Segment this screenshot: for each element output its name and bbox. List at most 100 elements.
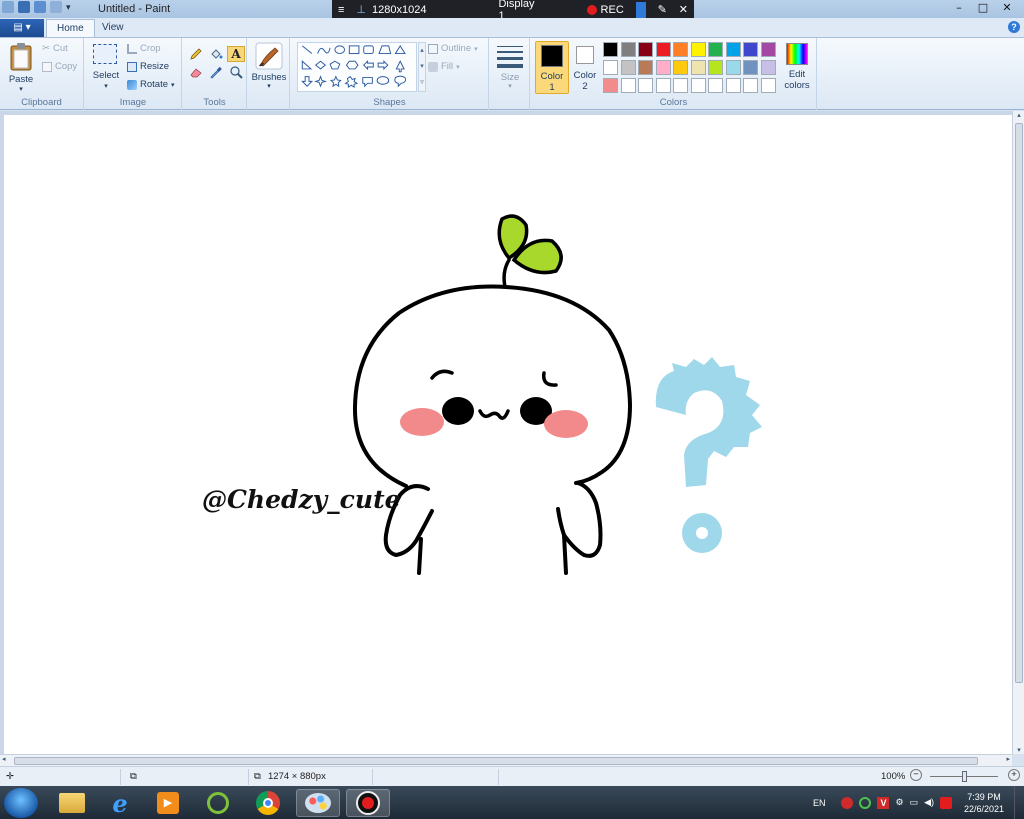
tray-icon-v[interactable]: V bbox=[877, 796, 890, 809]
recorder-close-icon[interactable]: ✕ bbox=[673, 0, 694, 19]
palette-swatch[interactable] bbox=[760, 60, 776, 75]
pencil-icon[interactable]: ✎ bbox=[652, 0, 673, 19]
pin-icon[interactable]: ⊥ bbox=[350, 0, 372, 19]
crop-button[interactable]: Crop bbox=[127, 43, 161, 54]
palette-swatch[interactable] bbox=[743, 78, 758, 93]
record-button[interactable]: REC bbox=[581, 0, 630, 19]
vertical-scroll-thumb[interactable] bbox=[1015, 123, 1023, 683]
palette-swatch[interactable] bbox=[690, 60, 706, 75]
palette-swatch[interactable] bbox=[620, 78, 636, 93]
palette-swatch[interactable] bbox=[655, 60, 671, 75]
palette-swatch[interactable] bbox=[725, 78, 741, 93]
palette-swatch[interactable] bbox=[690, 78, 706, 93]
maximize-button[interactable]: □ bbox=[972, 0, 994, 16]
palette-swatch[interactable] bbox=[620, 60, 636, 75]
scroll-down-icon[interactable]: ▾ bbox=[1013, 746, 1024, 754]
clock[interactable]: 7:39 PM 22/6/2021 bbox=[958, 791, 1010, 815]
color-picker-tool-icon[interactable] bbox=[207, 64, 225, 80]
palette-swatch[interactable] bbox=[673, 78, 688, 93]
customize-qat-icon[interactable]: ▾ bbox=[66, 1, 78, 13]
taskbar-recorder[interactable] bbox=[346, 789, 390, 817]
display-selector[interactable]: Display 1 bbox=[492, 0, 540, 22]
minimize-button[interactable]: – bbox=[948, 0, 970, 16]
tray-icon-record[interactable] bbox=[940, 796, 952, 809]
fill-tool-icon[interactable] bbox=[207, 46, 225, 62]
fill-button[interactable]: Fill ▾ bbox=[428, 61, 460, 72]
palette-swatch[interactable] bbox=[603, 60, 618, 75]
network-icon[interactable]: ▭ bbox=[910, 797, 919, 808]
eraser-tool-icon[interactable] bbox=[187, 64, 205, 80]
color2-button[interactable]: Color 2 bbox=[571, 41, 599, 94]
palette-swatch[interactable] bbox=[690, 42, 706, 57]
taskbar-app-green[interactable] bbox=[196, 789, 240, 817]
select-dropdown-icon[interactable]: ▾ bbox=[89, 82, 123, 90]
tray-icon-green[interactable] bbox=[859, 796, 872, 809]
close-button[interactable]: ✕ bbox=[996, 0, 1018, 16]
palette-swatch[interactable] bbox=[673, 60, 688, 75]
palette-swatch[interactable] bbox=[708, 78, 723, 93]
taskbar-explorer[interactable] bbox=[50, 789, 94, 817]
resize-button[interactable]: Resize bbox=[127, 61, 169, 72]
vertical-scrollbar[interactable]: ▴ ▾ bbox=[1012, 111, 1024, 754]
volume-icon[interactable]: ◀) bbox=[924, 797, 934, 808]
paint-app-icon[interactable] bbox=[2, 1, 14, 13]
palette-swatch[interactable] bbox=[725, 60, 741, 75]
zoom-in-button[interactable]: + bbox=[1008, 769, 1020, 781]
undo-icon[interactable] bbox=[34, 1, 46, 13]
palette-swatch[interactable] bbox=[760, 42, 776, 57]
tray-icon-red[interactable] bbox=[841, 796, 854, 809]
rotate-button[interactable]: Rotate ▾ bbox=[127, 79, 175, 90]
horizontal-scrollbar[interactable]: ◂ ▸ bbox=[0, 754, 1012, 766]
tab-home[interactable]: Home bbox=[46, 19, 95, 37]
palette-swatch[interactable] bbox=[673, 42, 688, 57]
horizontal-scroll-thumb[interactable] bbox=[14, 757, 978, 765]
palette-swatch[interactable] bbox=[708, 42, 723, 57]
tray-icon-tools[interactable]: ⚙ bbox=[895, 797, 903, 808]
help-icon[interactable]: ? bbox=[1008, 21, 1020, 33]
taskbar-internet-explorer[interactable]: e bbox=[98, 789, 142, 818]
palette-swatch[interactable] bbox=[620, 42, 636, 57]
palette-swatch[interactable] bbox=[603, 42, 618, 57]
palette-swatch[interactable] bbox=[655, 78, 671, 93]
zoom-slider[interactable] bbox=[930, 771, 998, 782]
palette-swatch[interactable] bbox=[638, 42, 653, 57]
paste-button[interactable]: Paste ▾ bbox=[4, 42, 38, 93]
palette-swatch[interactable] bbox=[725, 42, 741, 57]
palette-swatch[interactable] bbox=[743, 42, 758, 57]
magnifier-tool-icon[interactable] bbox=[227, 64, 245, 80]
shapes-scroll[interactable]: ▴ ▾ ▿ bbox=[418, 42, 426, 92]
brushes-group[interactable]: Brushes ▾ bbox=[248, 38, 290, 110]
show-desktop-button[interactable] bbox=[1014, 786, 1024, 819]
file-menu-button[interactable]: ▤ ▾ bbox=[0, 19, 44, 37]
taskbar-chrome[interactable] bbox=[246, 789, 290, 817]
brushes-dropdown-icon[interactable]: ▾ bbox=[248, 82, 290, 90]
pencil-tool-icon[interactable] bbox=[187, 46, 205, 62]
scroll-up-icon[interactable]: ▴ bbox=[1013, 111, 1024, 119]
scroll-right-icon[interactable]: ▸ bbox=[1006, 755, 1010, 763]
color1-button[interactable]: Color 1 bbox=[535, 41, 569, 94]
zoom-slider-thumb[interactable] bbox=[962, 771, 967, 782]
start-button[interactable] bbox=[4, 788, 38, 818]
palette-swatch[interactable] bbox=[603, 78, 618, 93]
shapes-gallery[interactable] bbox=[297, 42, 417, 92]
language-indicator[interactable]: EN bbox=[813, 798, 826, 808]
edit-colors-button[interactable]: Edit colors bbox=[781, 43, 813, 93]
scroll-left-icon[interactable]: ◂ bbox=[2, 755, 6, 763]
palette-swatch[interactable] bbox=[638, 78, 653, 93]
menu-icon[interactable]: ≡ bbox=[332, 0, 350, 19]
cut-button[interactable]: ✂ Cut bbox=[42, 43, 68, 54]
tab-view[interactable]: View bbox=[92, 19, 134, 37]
select-button[interactable]: Select ▾ bbox=[91, 44, 121, 92]
redo-icon[interactable] bbox=[50, 1, 62, 13]
palette-swatch[interactable] bbox=[708, 60, 723, 75]
save-icon[interactable] bbox=[18, 1, 30, 13]
taskbar-media-player[interactable]: ▶ bbox=[146, 789, 190, 817]
zoom-out-button[interactable]: − bbox=[910, 769, 922, 781]
palette-swatch[interactable] bbox=[760, 78, 776, 93]
drawing-canvas[interactable]: @Chedzy_cute bbox=[4, 115, 1012, 754]
text-tool-icon[interactable]: A bbox=[227, 46, 245, 62]
paste-dropdown-icon[interactable]: ▾ bbox=[4, 85, 38, 93]
taskbar-paint[interactable] bbox=[296, 789, 340, 817]
size-button[interactable]: Size ▾ bbox=[490, 38, 530, 110]
palette-swatch[interactable] bbox=[655, 42, 671, 57]
